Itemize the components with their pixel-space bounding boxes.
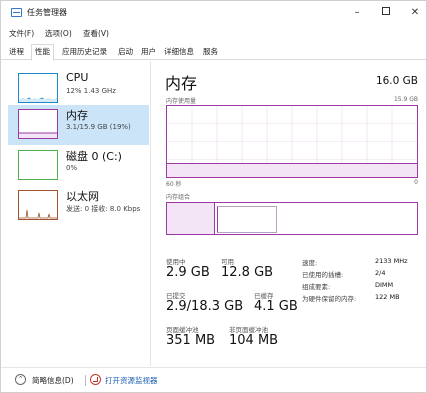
- cached-value: 4.1 GB: [254, 299, 298, 314]
- nonpaged-pool-value: 104 MB: [229, 333, 279, 348]
- maximize-icon: [382, 7, 390, 15]
- sidebar-item-cpu[interactable]: CPU 12% 1.43 GHz: [8, 69, 149, 109]
- close-button[interactable]: ✕: [401, 5, 427, 21]
- window-title: 任务管理器: [27, 8, 67, 17]
- title-bar: 任务管理器 – ✕: [1, 1, 426, 25]
- disk-graph-icon: [18, 150, 58, 180]
- tab-users[interactable]: 用户: [138, 45, 159, 60]
- form-factor-value: DIMM: [375, 281, 394, 289]
- tab-services[interactable]: 服务: [200, 45, 221, 60]
- form-factor-label: 组成要素:: [302, 283, 331, 291]
- usage-graph-max: 15.9 GB: [393, 96, 418, 103]
- paged-pool-value: 351 MB: [166, 333, 216, 348]
- open-resource-monitor-link[interactable]: 打开资源监视器: [105, 375, 158, 386]
- page-title: 内存: [165, 74, 198, 93]
- tab-startup[interactable]: 启动: [115, 45, 136, 60]
- sidebar-item-title: 以太网: [66, 190, 99, 203]
- tab-performance[interactable]: 性能: [31, 44, 54, 61]
- tab-app-history[interactable]: 应用历史记录: [59, 45, 110, 60]
- memory-graph-icon: [18, 109, 58, 139]
- sidebar-item-disk[interactable]: 磁盘 0 (C:) 0%: [8, 146, 149, 186]
- memory-composition-bar: [166, 202, 418, 235]
- sidebar-item-subtitle: 发送: 0 接收: 8.0 Kbps: [66, 205, 141, 213]
- fewer-details-button[interactable]: 简略信息(D): [32, 375, 74, 386]
- slots-value: 2/4: [375, 269, 386, 277]
- total-memory: 16.0 GB: [375, 75, 418, 87]
- graph-time-start: 60 秒: [166, 181, 182, 188]
- tab-processes[interactable]: 进程: [6, 45, 27, 60]
- sidebar-item-title: 磁盘 0 (C:): [66, 150, 122, 163]
- footer-bar: ⌃ 简略信息(D) 打开资源监视器: [1, 367, 426, 392]
- hardware-reserved-label: 为硬件保留的内存:: [302, 295, 357, 303]
- sidebar-item-title: 内存: [66, 109, 88, 122]
- menu-view[interactable]: 查看(V): [83, 28, 109, 39]
- memory-usage-graph: [166, 105, 418, 178]
- sidebar-item-ethernet[interactable]: 以太网 发送: 0 接收: 8.0 Kbps: [8, 186, 149, 226]
- composition-in-use: [167, 203, 215, 234]
- maximize-button[interactable]: [372, 5, 400, 21]
- slots-label: 已使用的插槽:: [302, 271, 344, 279]
- cpu-graph-icon: [18, 73, 58, 103]
- usage-graph-label: 内存使用量: [166, 98, 197, 105]
- tab-details[interactable]: 详细信息: [161, 45, 197, 60]
- sidebar-item-subtitle: 3.1/15.9 GB (19%): [66, 123, 131, 131]
- memory-panel: 内存 16.0 GB 内存使用量 15.9 GB 60 秒 0 内存组合 使用中…: [153, 61, 426, 366]
- committed-value: 2.9/18.3 GB: [166, 299, 244, 314]
- graph-time-end: 0: [414, 179, 418, 186]
- speed-value: 2133 MHz: [375, 257, 408, 265]
- speed-label: 速度:: [302, 259, 318, 267]
- sidebar-item-title: CPU: [66, 71, 89, 84]
- task-manager-icon: [11, 8, 22, 17]
- available-value: 12.8 GB: [221, 265, 274, 280]
- sidebar-item-memory[interactable]: 内存 3.1/15.9 GB (19%): [8, 105, 149, 145]
- sidebar-item-subtitle: 12% 1.43 GHz: [66, 87, 116, 95]
- minimize-button[interactable]: –: [343, 5, 371, 21]
- usage-area: [167, 163, 417, 177]
- hardware-reserved-value: 122 MB: [375, 293, 400, 301]
- resource-monitor-icon[interactable]: [90, 374, 101, 385]
- menu-bar: 文件(F) 选项(O) 查看(V): [1, 26, 426, 40]
- menu-options[interactable]: 选项(O): [45, 28, 72, 39]
- in-use-value: 2.9 GB: [166, 265, 210, 280]
- task-manager-window: 任务管理器 – ✕ 文件(F) 选项(O) 查看(V) 进程 性能 应用历史记录…: [0, 0, 427, 393]
- menu-file[interactable]: 文件(F): [9, 28, 34, 39]
- tab-bar: 进程 性能 应用历史记录 启动 用户 详细信息 服务: [1, 42, 426, 61]
- ethernet-graph-icon: [18, 190, 58, 220]
- footer-divider: [85, 375, 86, 386]
- chevron-up-icon[interactable]: ⌃: [15, 374, 26, 385]
- sidebar-item-subtitle: 0%: [66, 164, 78, 172]
- composition-standby: [217, 206, 277, 233]
- performance-sidebar: CPU 12% 1.43 GHz 内存 3.1/15.9 GB (19%) 磁盘…: [1, 61, 151, 366]
- composition-label: 内存组合: [166, 194, 191, 201]
